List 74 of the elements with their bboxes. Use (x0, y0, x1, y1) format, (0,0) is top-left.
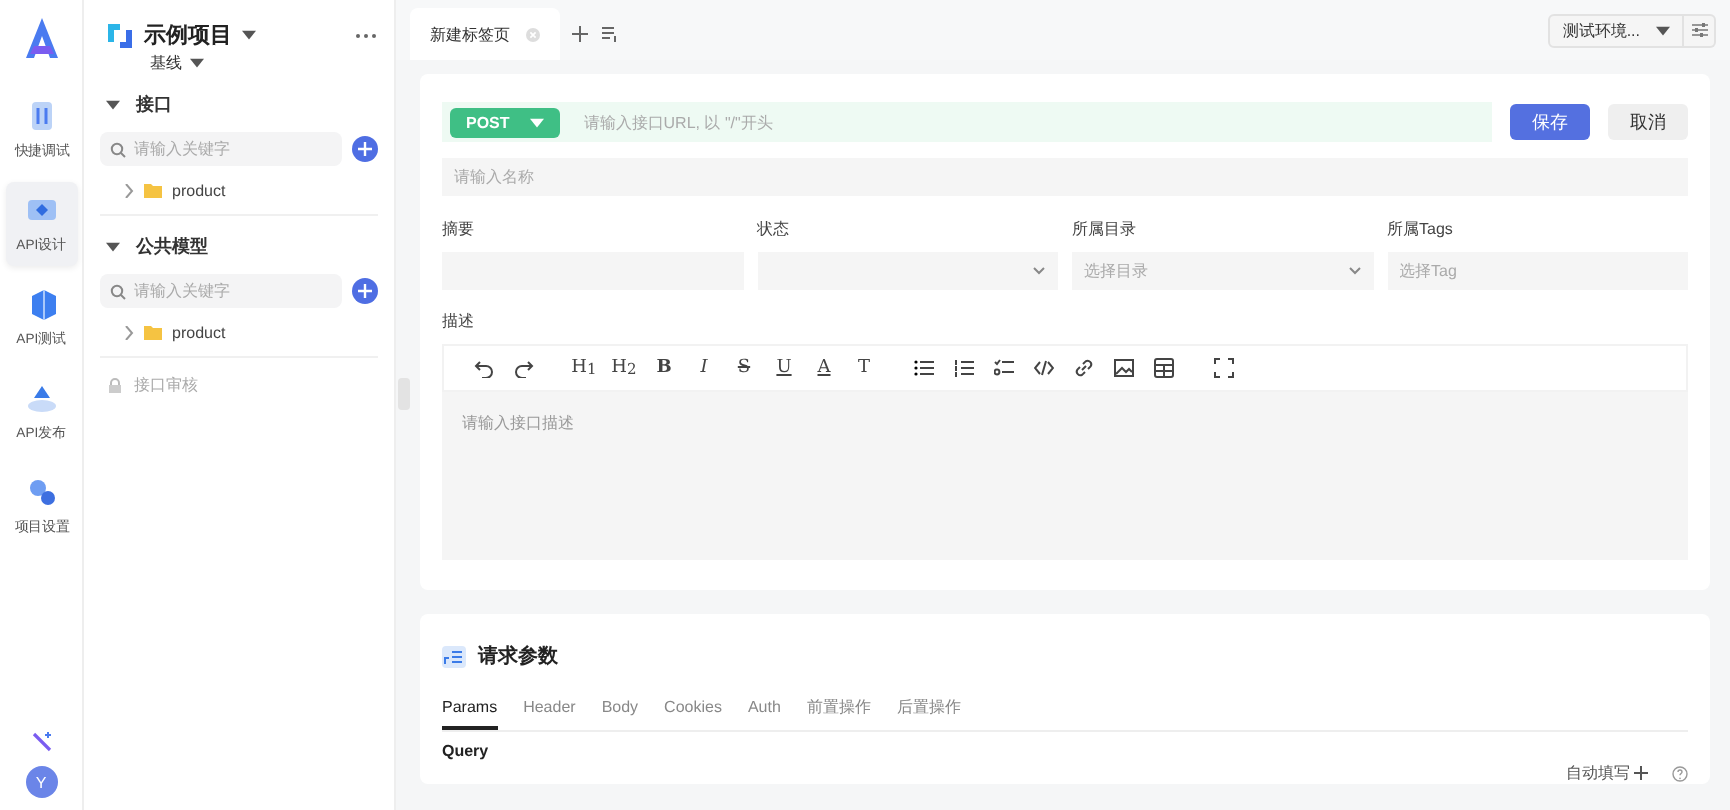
field-input[interactable]: 选择Tag (1399, 262, 1676, 280)
field-label: 所属目录 (1072, 218, 1138, 240)
field-input[interactable]: 选择目录 (1084, 262, 1347, 280)
image-glyph-icon (1114, 358, 1134, 378)
select-field[interactable]: 选择目录 (1072, 252, 1373, 290)
search-input[interactable]: 请输入关键字 (134, 282, 314, 300)
fullscreen-glyph-icon (1214, 358, 1234, 378)
autofill-button[interactable]: 自动填写 (1566, 762, 1648, 784)
project-name[interactable]: 示例项目 (144, 20, 232, 50)
section-title: 请求参数 (478, 643, 558, 670)
search-field[interactable]: 请输入关键字 (100, 132, 342, 166)
cancel-button[interactable]: 取消 (1608, 104, 1688, 140)
tab[interactable]: Body (601, 696, 639, 730)
caret-icon[interactable] (106, 100, 120, 110)
search-input[interactable]: 请输入关键字 (134, 140, 314, 158)
select-field[interactable] (757, 252, 1058, 290)
chevron-icon[interactable] (124, 326, 134, 340)
section-label: Query (442, 742, 489, 760)
numbered-list-glyph-icon (954, 358, 974, 378)
checklist-glyph-icon (994, 358, 1014, 378)
table-glyph-icon (1154, 358, 1174, 378)
bullet-list-glyph-icon (914, 358, 934, 378)
tab[interactable]: Params (442, 696, 498, 730)
sliders-icon[interactable] (1691, 22, 1707, 38)
list-icon (442, 645, 466, 667)
plus-icon[interactable] (572, 26, 588, 42)
tab[interactable]: 新建标签页 (410, 8, 560, 60)
lock-icon (108, 377, 122, 393)
folder-icon (144, 326, 162, 340)
search-icon (110, 141, 126, 157)
project-logo-icon (106, 21, 134, 49)
plus-icon (1634, 766, 1648, 780)
section-title[interactable]: 接口 (136, 92, 172, 118)
input-field[interactable]: 选择Tag (1387, 252, 1688, 290)
tab[interactable]: Cookies (664, 696, 722, 730)
undo-glyph-icon (474, 358, 494, 378)
field-label: 摘要 (442, 218, 476, 240)
more-icon[interactable] (354, 31, 378, 39)
editor-placeholder: 请输入接口描述 (462, 414, 574, 432)
code-glyph-icon (1034, 358, 1054, 378)
chevron-down-icon[interactable] (1032, 266, 1046, 276)
settings-button[interactable] (1684, 13, 1716, 47)
field-label: 所属Tags (1387, 218, 1455, 240)
search-icon (110, 283, 126, 299)
tab[interactable]: Header (523, 696, 576, 730)
tab[interactable]: 后置操作 (896, 696, 961, 730)
save-button[interactable]: 保存 (1510, 104, 1590, 140)
search-field[interactable]: 请输入关键字 (100, 274, 342, 308)
tab[interactable]: Auth (747, 696, 781, 730)
chevron-icon[interactable] (124, 184, 134, 198)
chevron-down-icon[interactable] (1347, 266, 1361, 276)
url-input[interactable]: 请输入接口URL, 以 "/"开头 (579, 111, 1492, 133)
branch-label[interactable]: 基线 (150, 52, 182, 74)
tree-node[interactable]: product (100, 308, 378, 358)
logo-icon (21, 16, 61, 60)
tree-node[interactable]: product (100, 166, 378, 216)
list-icon[interactable] (602, 26, 618, 42)
redo-glyph-icon (514, 358, 534, 378)
help-icon[interactable] (1672, 765, 1688, 781)
section-title[interactable]: 公共模型 (136, 234, 208, 260)
link-glyph-icon (1074, 358, 1094, 378)
wand-icon[interactable] (29, 730, 53, 754)
caret-icon[interactable] (242, 30, 256, 40)
environment-select[interactable]: 测试环境... (1548, 13, 1684, 47)
caret-icon[interactable] (1656, 25, 1670, 35)
field-label: 状态 (757, 218, 791, 240)
caret-icon[interactable] (190, 58, 204, 68)
caret-icon[interactable] (106, 242, 120, 252)
folder-icon (144, 184, 162, 198)
name-field[interactable]: 请输入名称 (442, 158, 1688, 196)
field-label: 描述 (442, 310, 476, 332)
tab[interactable]: 前置操作 (806, 696, 871, 730)
add-button[interactable] (352, 278, 378, 304)
add-button[interactable] (352, 136, 378, 162)
